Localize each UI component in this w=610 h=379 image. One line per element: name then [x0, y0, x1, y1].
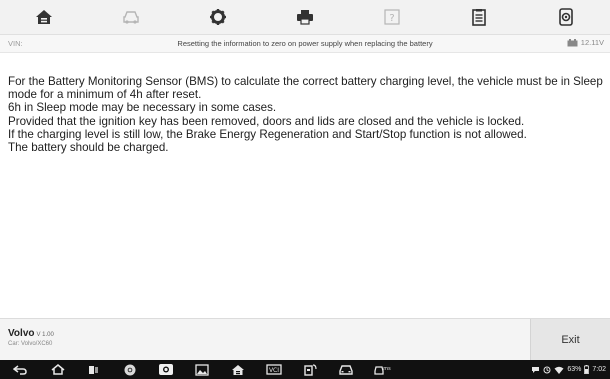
info-bar: VIN: Resetting the information to zero o…	[0, 35, 610, 53]
home-icon	[35, 10, 52, 24]
svg-text:ms: ms	[383, 366, 391, 372]
android-home-icon	[51, 364, 65, 375]
function-title: Resetting the information to zero on pow…	[177, 39, 433, 48]
car-model: Car: Volvo/XC60	[8, 341, 53, 347]
message-content: For the Battery Monitoring Sensor (BMS) …	[8, 75, 604, 154]
message-line: If the charging level is still low, the …	[8, 127, 527, 141]
top-toolbar: ?	[0, 0, 610, 35]
maxisys-home-button[interactable]	[220, 360, 256, 379]
message-line: The battery should be charged.	[8, 141, 169, 155]
vehicle-button[interactable]	[87, 0, 174, 35]
screenshot-button[interactable]	[523, 0, 610, 35]
data-log-icon	[472, 8, 487, 26]
svg-text:?: ?	[389, 13, 394, 24]
message-line: Provided that the ignition key has been …	[8, 114, 525, 128]
tpms-icon: ms	[374, 366, 391, 375]
vci-button[interactable]: VCI	[256, 360, 292, 379]
vehicle-connect-icon	[304, 364, 317, 376]
software-version: V 1.00	[36, 332, 54, 338]
vehicle-connect-button[interactable]	[292, 360, 328, 379]
vehicle-brand: Volvo V 1.00	[8, 328, 54, 339]
svg-text:VCI: VCI	[269, 367, 279, 374]
message-icon	[532, 366, 540, 373]
voltage-indicator: 12.11V	[567, 38, 604, 47]
help-icon: ?	[384, 9, 400, 25]
battery-percent: 63%	[567, 366, 582, 373]
print-icon	[296, 10, 313, 25]
battery-voltage-icon	[567, 38, 578, 46]
back-icon	[13, 364, 27, 375]
clock: 7:02	[592, 366, 606, 373]
vehicle-icon	[123, 11, 139, 24]
vci-icon: VCI	[266, 364, 282, 375]
settings-button[interactable]	[174, 0, 261, 35]
status-area: 63% 7:02	[531, 360, 606, 379]
tpms-button[interactable]: ms	[364, 360, 400, 379]
message-line: For the Battery Monitoring Sensor (BMS) …	[8, 75, 603, 102]
exit-button[interactable]: Exit	[530, 319, 610, 361]
help-button[interactable]: ?	[349, 0, 436, 35]
home-button[interactable]	[0, 0, 87, 35]
camera-button[interactable]	[148, 360, 184, 379]
chrome-button[interactable]	[112, 360, 148, 379]
settings-icon	[209, 9, 226, 25]
battery-icon	[584, 365, 590, 374]
recent-apps-icon	[89, 365, 98, 374]
gallery-icon	[195, 363, 209, 376]
maxisys-home-icon	[232, 364, 244, 375]
camera-icon	[159, 364, 173, 375]
wifi-icon	[554, 366, 564, 374]
car-button[interactable]	[328, 360, 364, 379]
voltage-value: 12.11V	[580, 38, 604, 47]
footer-bar: Volvo V 1.00 Car: Volvo/XC60 Exit	[0, 318, 610, 361]
car-icon	[339, 364, 353, 375]
back-button[interactable]	[0, 360, 40, 379]
recent-apps-button[interactable]	[76, 360, 112, 379]
message-line: 6h in Sleep mode may be necessary in som…	[8, 101, 277, 115]
screenshot-icon	[559, 8, 574, 26]
chrome-icon	[124, 364, 136, 375]
data-log-button[interactable]	[436, 0, 523, 35]
system-nav-bar: VCI ms 63% 7:02	[0, 360, 610, 379]
alarm-icon	[543, 366, 551, 373]
gallery-button[interactable]	[184, 360, 220, 379]
print-button[interactable]	[261, 0, 348, 35]
android-home-button[interactable]	[40, 360, 76, 379]
brand-name: Volvo	[8, 328, 35, 339]
